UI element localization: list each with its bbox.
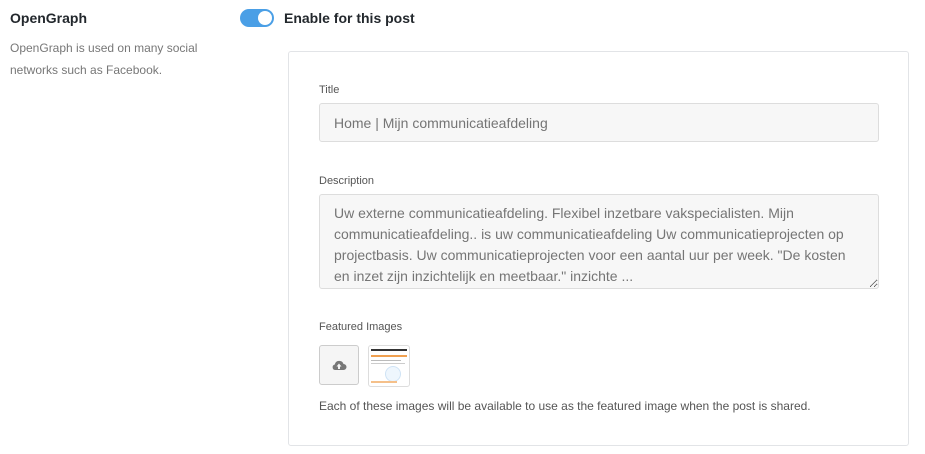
toggle-knob	[258, 11, 272, 25]
opengraph-settings-panel: Title Description Featured Images Each o…	[288, 51, 909, 446]
featured-image-thumbnail[interactable]	[368, 345, 410, 387]
cloud-upload-icon	[332, 360, 347, 370]
title-input[interactable]	[319, 103, 879, 142]
featured-images-label: Featured Images	[319, 321, 403, 333]
description-textarea[interactable]	[319, 194, 879, 289]
enable-toggle[interactable]	[240, 9, 274, 27]
description-label: Description	[319, 175, 375, 187]
upload-image-button[interactable]	[319, 345, 359, 385]
section-title: OpenGraph	[10, 10, 88, 26]
featured-images-help-text: Each of these images will be available t…	[319, 399, 811, 413]
enable-toggle-row: Enable for this post	[240, 9, 415, 27]
section-description: OpenGraph is used on many social network…	[10, 41, 198, 77]
enable-toggle-label[interactable]: Enable for this post	[284, 10, 415, 26]
title-label: Title	[319, 84, 340, 96]
section-info: OpenGraph OpenGraph is used on many soci…	[10, 10, 230, 81]
